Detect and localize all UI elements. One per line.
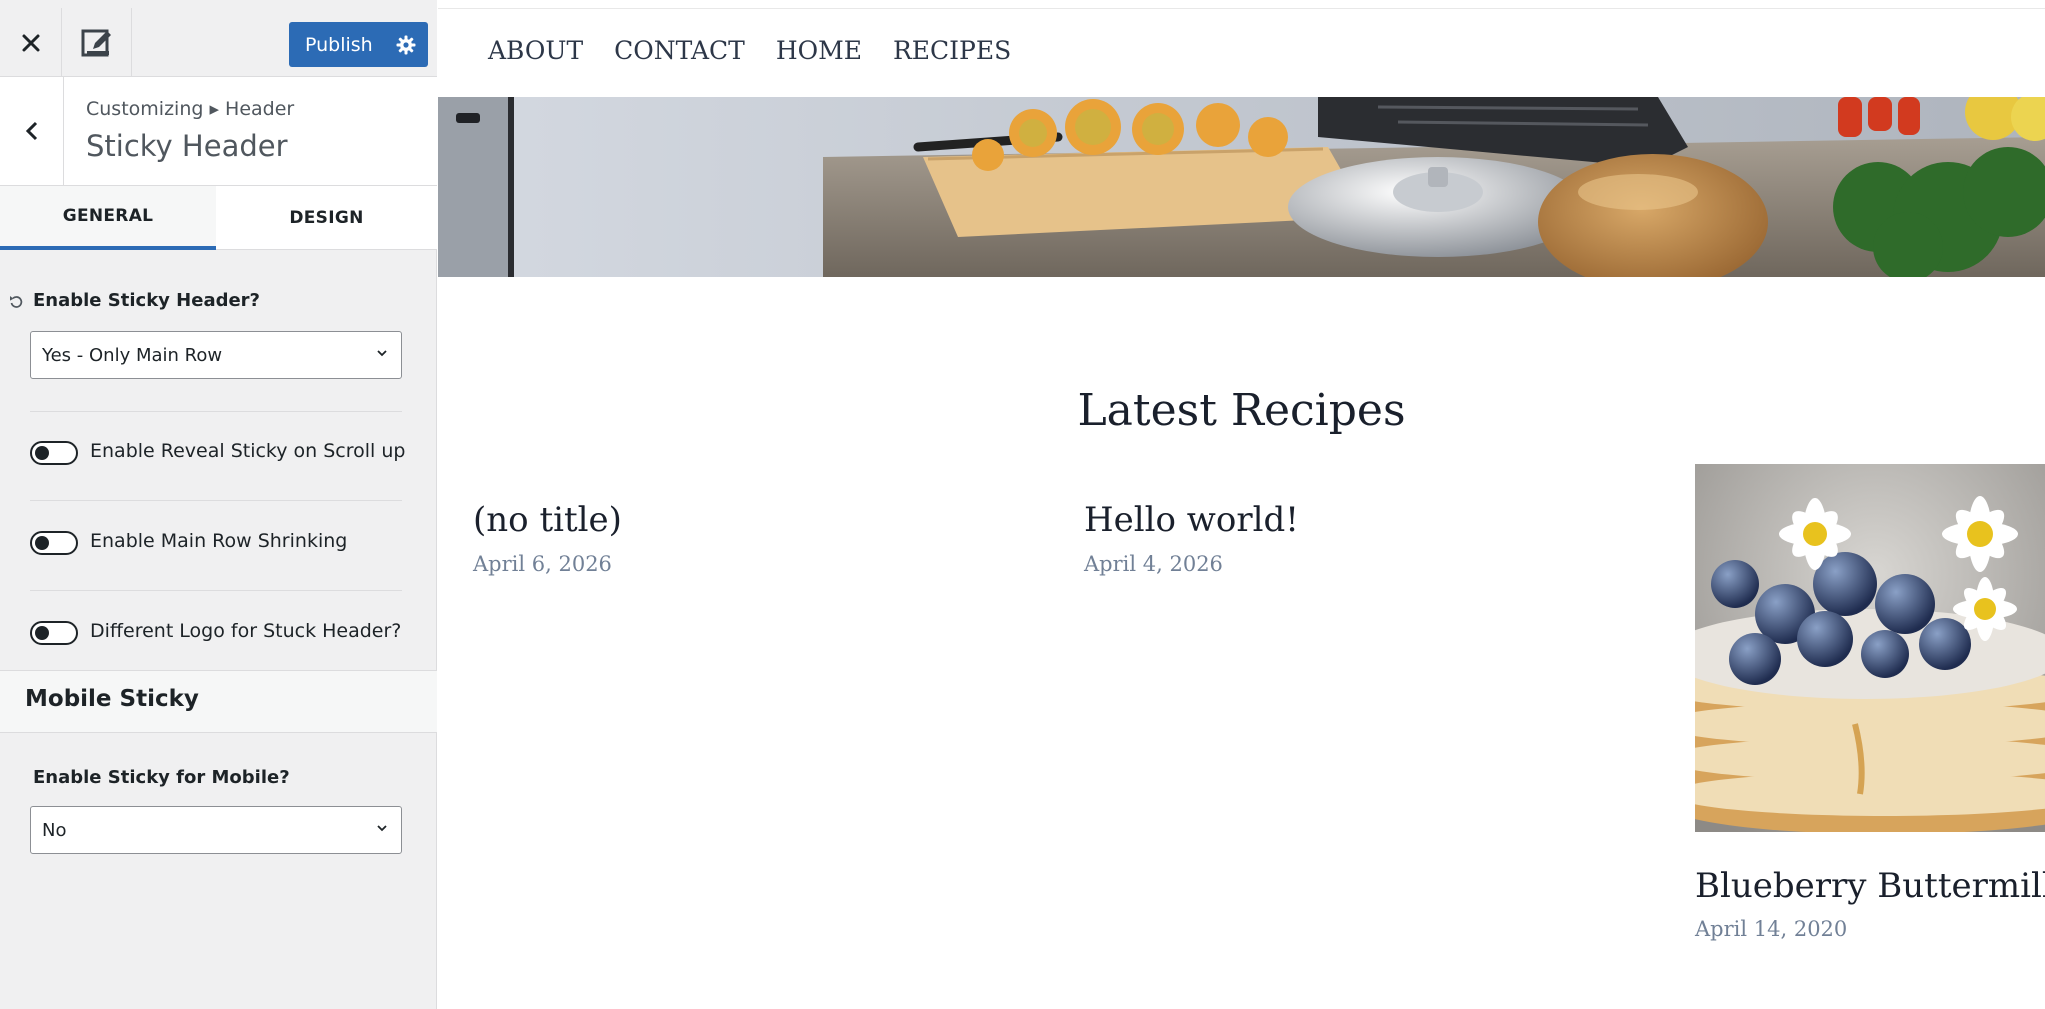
nav-link-recipes[interactable]: RECIPES: [893, 36, 1011, 65]
breadcrumb: Customizing ▸ Header: [86, 98, 295, 120]
stuck-logo-toggle[interactable]: [30, 621, 78, 645]
section-heading: Latest Recipes: [1077, 385, 1406, 436]
post-thumbnail-image[interactable]: [1695, 464, 2045, 832]
nav-link-about[interactable]: ABOUT: [488, 36, 583, 65]
tab-design[interactable]: DESIGN: [216, 186, 437, 250]
mobile-sticky-value: No: [42, 819, 67, 841]
divider: [30, 500, 402, 501]
header-banner-image: [438, 97, 2045, 277]
sticky-header-value: Yes - Only Main Row: [42, 344, 223, 366]
reveal-sticky-toggle[interactable]: [30, 441, 78, 465]
reveal-sticky-label: Enable Reveal Sticky on Scroll up: [90, 440, 406, 462]
post-date: April 4, 2026: [1084, 552, 1223, 576]
reset-icon[interactable]: [8, 294, 24, 314]
close-icon: [22, 34, 39, 51]
chevron-left-icon: [25, 121, 37, 141]
section-header: Customizing ▸ Header Sticky Header: [0, 77, 437, 186]
divider: [30, 590, 402, 591]
divider: [30, 411, 402, 412]
primary-nav: ABOUT CONTACT HOME RECIPES: [488, 36, 1011, 65]
tab-general[interactable]: GENERAL: [0, 186, 216, 250]
post-date: April 14, 2020: [1695, 917, 1848, 941]
main-row-shrink-label: Enable Main Row Shrinking: [90, 530, 348, 552]
customizer-header: Publish: [0, 0, 437, 77]
post-date: April 6, 2026: [473, 552, 612, 576]
divider: [438, 8, 2045, 9]
tab-bar: GENERAL DESIGN: [0, 186, 437, 250]
section-title: Sticky Header: [86, 129, 288, 163]
mobile-sticky-section: Mobile Sticky: [0, 670, 437, 733]
sticky-header-label: Enable Sticky Header?: [33, 290, 260, 311]
chevron-down-icon: [377, 825, 387, 832]
close-button[interactable]: [0, 8, 62, 77]
customizer-sidebar: Publish Customizing ▸ Header Sticky Head…: [0, 0, 437, 1009]
mobile-sticky-select[interactable]: No: [30, 806, 402, 854]
nav-link-home[interactable]: HOME: [776, 36, 862, 65]
back-button[interactable]: [0, 77, 64, 185]
mobile-sticky-label: Enable Sticky for Mobile?: [33, 767, 290, 788]
gear-icon: [396, 35, 416, 54]
nav-link-contact[interactable]: CONTACT: [614, 36, 745, 65]
post-title[interactable]: Blueberry Buttermilk P: [1695, 866, 2045, 906]
publish-button[interactable]: Publish: [289, 34, 384, 56]
site-preview: ABOUT CONTACT HOME RECIPES Latest Recipe…: [438, 0, 2045, 1009]
stuck-logo-label: Different Logo for Stuck Header?: [90, 620, 402, 642]
post-title[interactable]: (no title): [473, 500, 622, 540]
publish-button-group: Publish: [289, 22, 428, 67]
device-preview-button[interactable]: [62, 8, 132, 77]
publish-settings-button[interactable]: [384, 22, 428, 67]
main-row-shrink-toggle[interactable]: [30, 531, 78, 555]
mobile-sticky-title: Mobile Sticky: [25, 686, 199, 712]
pencil-square-icon: [81, 29, 111, 56]
chevron-down-icon: [377, 350, 387, 357]
post-title[interactable]: Hello world!: [1084, 500, 1299, 540]
sticky-header-select[interactable]: Yes - Only Main Row: [30, 331, 402, 379]
